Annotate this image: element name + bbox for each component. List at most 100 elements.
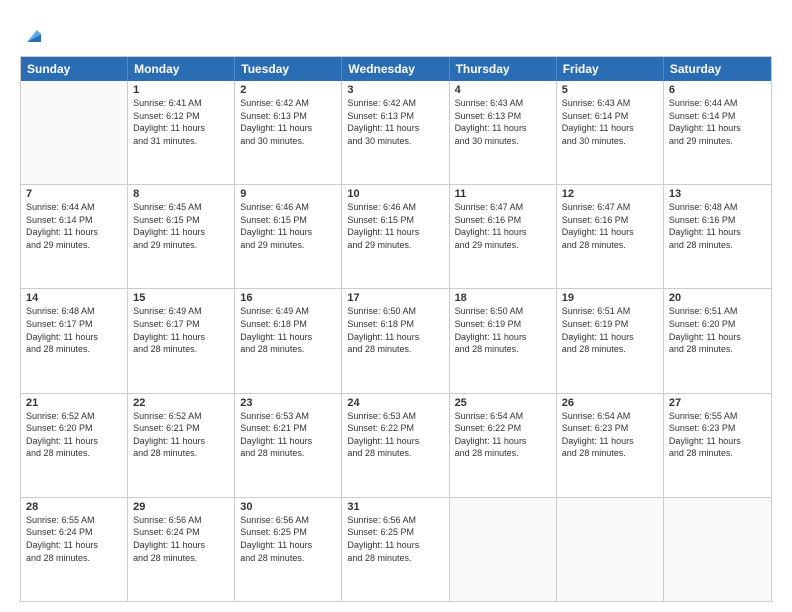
cell-line: and 28 minutes. [562,239,658,252]
cell-line: Sunset: 6:25 PM [347,526,443,539]
day-number: 2 [240,84,336,96]
week-row-5: 28Sunrise: 6:55 AMSunset: 6:24 PMDayligh… [21,498,771,601]
calendar-header: SundayMondayTuesdayWednesdayThursdayFrid… [21,57,771,81]
day-number: 12 [562,188,658,200]
day-number: 19 [562,292,658,304]
cell-line: and 29 minutes. [455,239,551,252]
cell-line: and 28 minutes. [240,343,336,356]
cell-line: Sunrise: 6:55 AM [669,410,766,423]
day-cell-21: 21Sunrise: 6:52 AMSunset: 6:20 PMDayligh… [21,394,128,497]
logo [20,22,45,46]
cell-line: Daylight: 11 hours [669,435,766,448]
day-number: 26 [562,397,658,409]
cell-line: Sunset: 6:17 PM [26,318,122,331]
cell-line: Sunrise: 6:44 AM [669,97,766,110]
cell-line: and 29 minutes. [347,239,443,252]
cell-line: Daylight: 11 hours [133,539,229,552]
day-cell-15: 15Sunrise: 6:49 AMSunset: 6:17 PMDayligh… [128,289,235,392]
cell-line: Sunset: 6:14 PM [669,110,766,123]
day-cell-16: 16Sunrise: 6:49 AMSunset: 6:18 PMDayligh… [235,289,342,392]
cell-line: Sunset: 6:24 PM [133,526,229,539]
cell-line: Daylight: 11 hours [455,226,551,239]
empty-cell [664,498,771,601]
day-number: 14 [26,292,122,304]
day-number: 6 [669,84,766,96]
day-cell-29: 29Sunrise: 6:56 AMSunset: 6:24 PMDayligh… [128,498,235,601]
day-cell-2: 2Sunrise: 6:42 AMSunset: 6:13 PMDaylight… [235,81,342,184]
day-cell-26: 26Sunrise: 6:54 AMSunset: 6:23 PMDayligh… [557,394,664,497]
cell-line: and 30 minutes. [240,135,336,148]
cell-line: Sunrise: 6:51 AM [669,305,766,318]
cell-line: Sunset: 6:18 PM [347,318,443,331]
day-cell-14: 14Sunrise: 6:48 AMSunset: 6:17 PMDayligh… [21,289,128,392]
week-row-2: 7Sunrise: 6:44 AMSunset: 6:14 PMDaylight… [21,185,771,289]
cell-line: Sunrise: 6:42 AM [347,97,443,110]
cell-line: Sunrise: 6:54 AM [455,410,551,423]
cell-line: Daylight: 11 hours [240,435,336,448]
cell-line: Daylight: 11 hours [347,539,443,552]
cell-line: Sunset: 6:21 PM [240,422,336,435]
day-cell-18: 18Sunrise: 6:50 AMSunset: 6:19 PMDayligh… [450,289,557,392]
cell-line: and 30 minutes. [455,135,551,148]
day-cell-17: 17Sunrise: 6:50 AMSunset: 6:18 PMDayligh… [342,289,449,392]
empty-cell [21,81,128,184]
day-number: 16 [240,292,336,304]
day-cell-4: 4Sunrise: 6:43 AMSunset: 6:13 PMDaylight… [450,81,557,184]
cell-line: Sunrise: 6:41 AM [133,97,229,110]
cell-line: Daylight: 11 hours [562,331,658,344]
day-number: 10 [347,188,443,200]
cell-line: Sunset: 6:24 PM [26,526,122,539]
cell-line: and 28 minutes. [455,447,551,460]
day-number: 9 [240,188,336,200]
cell-line: and 30 minutes. [562,135,658,148]
cell-line: Daylight: 11 hours [133,435,229,448]
day-number: 31 [347,501,443,513]
cell-line: and 28 minutes. [133,447,229,460]
cell-line: Daylight: 11 hours [240,226,336,239]
day-number: 30 [240,501,336,513]
cell-line: Daylight: 11 hours [669,331,766,344]
day-cell-9: 9Sunrise: 6:46 AMSunset: 6:15 PMDaylight… [235,185,342,288]
header-day-saturday: Saturday [664,57,771,81]
day-number: 1 [133,84,229,96]
cell-line: and 28 minutes. [455,343,551,356]
day-cell-25: 25Sunrise: 6:54 AMSunset: 6:22 PMDayligh… [450,394,557,497]
cell-line: and 31 minutes. [133,135,229,148]
cell-line: Sunrise: 6:45 AM [133,201,229,214]
cell-line: Daylight: 11 hours [26,226,122,239]
day-number: 13 [669,188,766,200]
cell-line: Daylight: 11 hours [240,122,336,135]
cell-line: Sunrise: 6:49 AM [133,305,229,318]
day-cell-12: 12Sunrise: 6:47 AMSunset: 6:16 PMDayligh… [557,185,664,288]
week-row-1: 1Sunrise: 6:41 AMSunset: 6:12 PMDaylight… [21,81,771,185]
cell-line: Daylight: 11 hours [347,122,443,135]
cell-line: Sunset: 6:15 PM [133,214,229,227]
cell-line: Sunset: 6:12 PM [133,110,229,123]
day-cell-20: 20Sunrise: 6:51 AMSunset: 6:20 PMDayligh… [664,289,771,392]
cell-line: and 29 minutes. [669,135,766,148]
cell-line: Daylight: 11 hours [455,331,551,344]
cell-line: Daylight: 11 hours [347,331,443,344]
cell-line: Daylight: 11 hours [562,435,658,448]
day-cell-22: 22Sunrise: 6:52 AMSunset: 6:21 PMDayligh… [128,394,235,497]
cell-line: Daylight: 11 hours [133,122,229,135]
day-cell-27: 27Sunrise: 6:55 AMSunset: 6:23 PMDayligh… [664,394,771,497]
cell-line: Sunset: 6:21 PM [133,422,229,435]
cell-line: Sunset: 6:23 PM [562,422,658,435]
day-number: 15 [133,292,229,304]
cell-line: Sunrise: 6:53 AM [240,410,336,423]
cell-line: Sunrise: 6:48 AM [669,201,766,214]
cell-line: Sunrise: 6:47 AM [455,201,551,214]
day-number: 8 [133,188,229,200]
week-row-3: 14Sunrise: 6:48 AMSunset: 6:17 PMDayligh… [21,289,771,393]
day-number: 20 [669,292,766,304]
cell-line: Daylight: 11 hours [240,539,336,552]
cell-line: Sunset: 6:22 PM [455,422,551,435]
cell-line: Sunset: 6:15 PM [240,214,336,227]
cell-line: Sunrise: 6:46 AM [347,201,443,214]
cell-line: Sunrise: 6:51 AM [562,305,658,318]
cell-line: Daylight: 11 hours [669,122,766,135]
cell-line: Sunset: 6:20 PM [669,318,766,331]
cell-line: and 28 minutes. [26,343,122,356]
cell-line: Sunset: 6:13 PM [347,110,443,123]
